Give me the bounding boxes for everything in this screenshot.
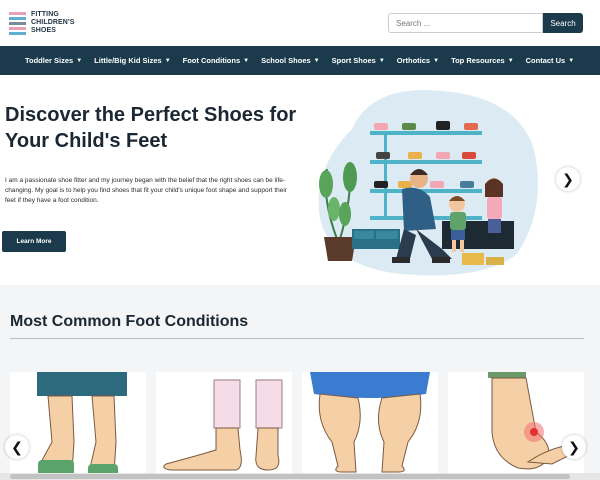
section-title: Most Common Foot Conditions [10,313,249,330]
logo-line-1: FITTING [31,11,59,18]
chevron-down-icon: ▼ [313,57,320,64]
nav-item-orthotics[interactable]: Orthotics ▼ [397,56,439,65]
nav-label: Sport Shoes [331,56,376,65]
hero-description: I am a passionate shoe fitter and my jou… [5,177,288,204]
search-input[interactable] [388,13,543,33]
horizontal-scrollbar[interactable] [0,473,600,480]
nav-item-kid-sizes[interactable]: Little/Big Kid Sizes ▼ [94,56,170,65]
nav-item-top-resources[interactable]: Top Resources ▼ [451,56,514,65]
chevron-down-icon: ▼ [378,57,385,64]
chevron-down-icon: ▼ [76,57,83,64]
nav-item-contact-us[interactable]: Contact Us ▼ [526,56,575,65]
hero-illustration [312,89,542,279]
condition-card[interactable] [10,372,146,480]
chevron-left-icon: ❮ [11,438,23,455]
logo-line-2: CHILDREN'S [31,19,75,26]
nav-item-school-shoes[interactable]: School Shoes ▼ [261,56,320,65]
chevron-down-icon: ▼ [433,57,440,64]
chevron-down-icon: ▼ [568,57,575,64]
foot-conditions-section: Most Common Foot Conditions ❮ ❯ [0,285,600,480]
nav-label: Foot Conditions [182,56,241,65]
carousel-prev-button[interactable]: ❮ [5,435,29,459]
section-divider [10,338,584,339]
condition-card[interactable] [302,372,438,480]
nav-item-toddler-sizes[interactable]: Toddler Sizes ▼ [25,56,82,65]
nav-label: Orthotics [396,56,431,65]
chevron-right-icon: ❯ [568,438,580,455]
logo-line-3: SHOES [31,27,57,34]
hero-title: Discover the Perfect Shoes for Your Chil… [5,104,297,152]
site-header: FITTING CHILDREN'S SHOES Search [0,0,600,46]
nav-label: Top Resources [451,56,505,65]
condition-card[interactable] [156,372,292,480]
main-nav: Toddler Sizes ▼ Little/Big Kid Sizes ▼ Foo… [0,46,600,75]
nav-label: School Shoes [261,56,311,65]
hero-next-button[interactable]: ❯ [556,167,580,191]
logo-shoe-icon [8,9,28,37]
carousel-next-button[interactable]: ❯ [562,435,586,459]
search-button[interactable]: Search [543,13,583,33]
chevron-right-icon: ❯ [562,170,574,187]
condition-card[interactable] [448,372,584,480]
hero-section: Discover the Perfect Shoes for Your Chil… [0,75,600,285]
nav-item-foot-conditions[interactable]: Foot Conditions ▼ [183,56,249,65]
chevron-down-icon: ▼ [164,57,171,64]
site-logo[interactable]: FITTING CHILDREN'S SHOES [8,8,78,38]
learn-more-button[interactable]: Learn More [2,231,66,252]
nav-label: Contact Us [525,56,566,65]
chevron-down-icon: ▼ [243,57,250,64]
nav-item-sport-shoes[interactable]: Sport Shoes ▼ [332,56,385,65]
chevron-down-icon: ▼ [507,57,514,64]
scrollbar-thumb[interactable] [10,474,570,479]
logo-text: FITTING CHILDREN'S SHOES [31,11,75,35]
search-form: Search [388,13,583,33]
nav-label: Toddler Sizes [25,56,74,65]
nav-label: Little/Big Kid Sizes [94,56,162,65]
